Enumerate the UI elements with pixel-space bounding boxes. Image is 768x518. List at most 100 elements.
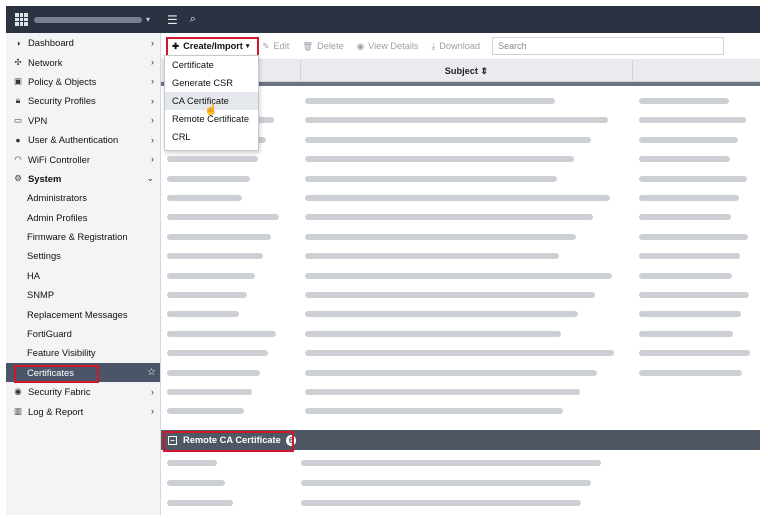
menu-item-crl[interactable]: CRL — [165, 128, 258, 146]
sidebar-item-security-fabric[interactable]: ◉ Security Fabric › — [6, 382, 160, 401]
eye-icon: ◉ — [356, 40, 365, 51]
table-row[interactable] — [161, 453, 760, 472]
table-row[interactable] — [161, 382, 760, 401]
sidebar-item-certificates[interactable]: Certificates ☆ — [6, 362, 160, 383]
sidebar-item-snmp[interactable]: SNMP — [6, 285, 160, 304]
view-details-label: View Details — [368, 41, 419, 51]
top-bar: ▾ ☰ ⌕ — [6, 6, 760, 33]
table-row[interactable] — [161, 285, 760, 304]
view-details-button[interactable]: ◉ View Details — [352, 38, 424, 55]
redacted-cell — [305, 214, 593, 221]
table-row[interactable] — [161, 246, 760, 265]
sidebar-item-admin-profiles[interactable]: Admin Profiles — [6, 208, 160, 227]
redacted-cell — [301, 460, 601, 466]
redacted-cell — [305, 117, 608, 124]
fabric-icon: ◉ — [14, 386, 22, 397]
edit-button[interactable]: ✎ Edit — [257, 38, 294, 55]
redacted-cell — [167, 156, 258, 163]
sidebar-item-label: Replacement Messages — [27, 308, 128, 320]
sidebar-item-fortiguard[interactable]: FortiGuard — [6, 324, 160, 343]
sidebar-item-label: Admin Profiles — [27, 211, 88, 223]
sidebar-item-replacement-messages[interactable]: Replacement Messages — [6, 304, 160, 323]
redacted-cell — [639, 330, 733, 337]
chevron-right-icon: › — [151, 406, 154, 417]
hamburger-icon[interactable]: ☰ — [167, 13, 178, 27]
network-icon: ✣ — [14, 56, 22, 67]
redacted-cell — [167, 408, 244, 415]
sidebar-item-user-authentication[interactable]: ● User & Authentication › — [6, 130, 160, 149]
redacted-cell — [305, 369, 597, 376]
menu-item-label: CA Certificate — [172, 96, 229, 106]
sidebar-item-policy-objects[interactable]: ▣ Policy & Objects › — [6, 72, 160, 91]
sidebar-item-log-report[interactable]: ▥ Log & Report › — [6, 401, 160, 420]
redacted-cell — [639, 98, 729, 104]
sidebar-item-system[interactable]: ⚙ System ⌄ — [6, 169, 160, 188]
table-row[interactable] — [161, 401, 760, 420]
redacted-cell — [305, 253, 559, 260]
sidebar-item-ha[interactable]: HA — [6, 266, 160, 285]
table-row[interactable] — [161, 227, 760, 246]
remote-ca-certificate-group[interactable]: − Remote CA Certificate 6 — [161, 430, 760, 450]
sidebar-item-wifi-controller[interactable]: ◠ WiFi Controller › — [6, 149, 160, 168]
redacted-cell — [167, 195, 242, 201]
dashboard-icon: ◑ — [15, 37, 21, 48]
sidebar-item-label: Security Profiles — [28, 95, 96, 107]
menu-item-label: Certificate — [172, 60, 214, 70]
table-row[interactable] — [161, 493, 760, 512]
chevron-right-icon: › — [151, 115, 154, 126]
sidebar-item-settings[interactable]: Settings — [6, 246, 160, 265]
redacted-cell — [167, 369, 260, 376]
sidebar-item-feature-visibility[interactable]: Feature Visibility — [6, 343, 160, 362]
table-row[interactable] — [161, 473, 760, 492]
search-icon[interactable]: ⌕ — [190, 13, 196, 26]
lock-icon: 🔒︎ — [15, 95, 21, 106]
logo[interactable]: ▾ — [15, 13, 157, 26]
sidebar-item-security-profiles[interactable]: 🔒︎ Security Profiles › — [6, 91, 160, 110]
sidebar-item-label: System — [28, 172, 62, 184]
chevron-down-icon: ▾ — [245, 43, 250, 50]
table-row[interactable] — [161, 304, 760, 323]
redacted-cell — [639, 350, 750, 357]
redacted-cell — [639, 253, 740, 260]
table-row[interactable] — [161, 207, 760, 226]
sidebar-item-label: FortiGuard — [27, 328, 72, 340]
table-row[interactable] — [161, 188, 760, 207]
menu-item-generate-csr[interactable]: Generate CSR — [165, 74, 258, 92]
redacted-cell — [301, 480, 591, 486]
table-row[interactable] — [161, 149, 760, 168]
sidebar-item-firmware-registration[interactable]: Firmware & Registration — [6, 227, 160, 246]
chevron-right-icon: › — [151, 57, 154, 68]
sidebar-item-label: Dashboard — [28, 37, 74, 49]
sidebar-item-vpn[interactable]: ▭ VPN › — [6, 111, 160, 130]
table-row[interactable] — [161, 363, 760, 382]
sidebar-item-label: Certificates — [27, 366, 74, 378]
wifi-icon: ◠ — [14, 153, 22, 164]
create-import-label: Create/Import — [183, 41, 243, 51]
redacted-cell — [639, 272, 732, 279]
create-import-button[interactable]: ✚ Create/Import ▾ — [167, 38, 254, 55]
sidebar-item-network[interactable]: ✣ Network › — [6, 52, 160, 71]
redacted-cell — [639, 156, 730, 163]
trash-icon: 🗑︎ — [302, 40, 314, 51]
count-badge: 6 — [285, 434, 297, 446]
table-row[interactable] — [161, 324, 760, 343]
delete-button[interactable]: 🗑︎ Delete — [297, 38, 348, 55]
search-input[interactable]: Search — [492, 37, 725, 55]
column-header-subject[interactable]: Subject ⇕ — [301, 60, 633, 82]
sidebar-item-label: Log & Report — [28, 405, 84, 417]
table-row[interactable] — [161, 343, 760, 362]
redacted-cell — [167, 292, 247, 298]
menu-item-certificate[interactable]: Certificate — [165, 56, 258, 74]
star-icon[interactable]: ☆ — [147, 367, 156, 378]
sidebar-item-label: SNMP — [27, 289, 55, 301]
table-row[interactable] — [161, 169, 760, 188]
redacted-cell — [639, 292, 749, 298]
sidebar-item-dashboard[interactable]: ◑ Dashboard › — [6, 33, 160, 52]
collapse-icon[interactable]: − — [168, 435, 177, 445]
redacted-cell — [305, 233, 576, 240]
sidebar-item-administrators[interactable]: Administrators — [6, 188, 160, 207]
download-button[interactable]: ⤓ Download — [427, 38, 486, 55]
subject-header-label: Subject ⇕ — [444, 65, 489, 76]
sidebar-item-label: Administrators — [27, 192, 87, 204]
table-row[interactable] — [161, 266, 760, 285]
